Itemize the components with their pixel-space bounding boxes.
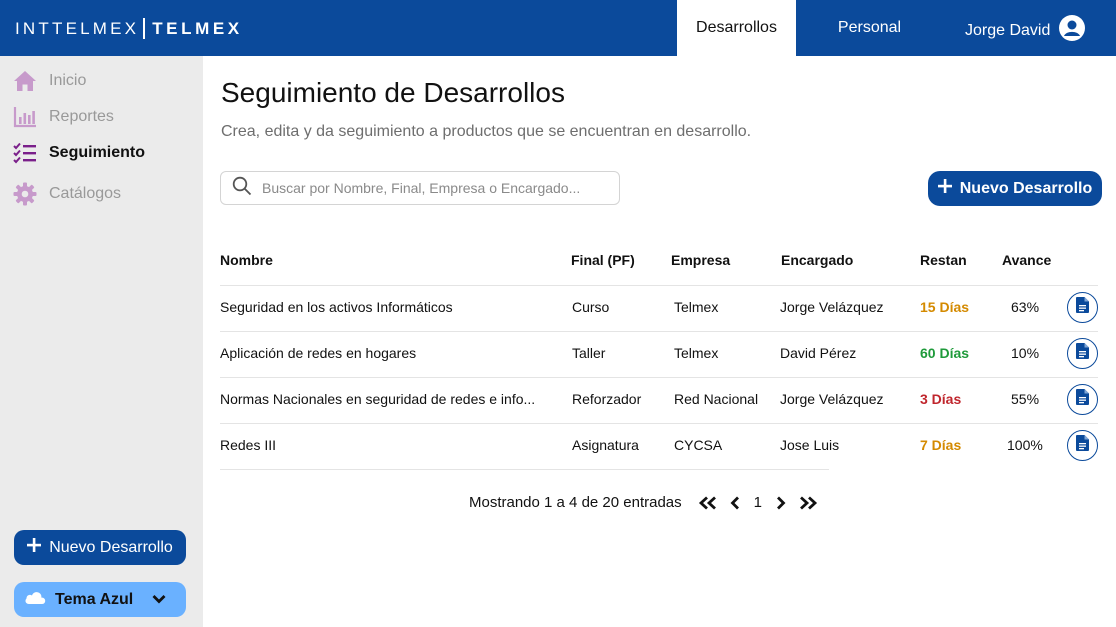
cell-encargado: Jorge Velázquez [780,299,884,315]
column-header-restan[interactable]: Restan [920,252,967,268]
theme-selector[interactable]: Tema Azul [14,582,186,617]
search-input[interactable] [262,180,602,196]
brand-separator [143,18,146,39]
table-bottom-divider [220,469,829,470]
plus-icon [27,538,42,557]
cell-empresa: CYCSA [674,437,723,453]
cell-final: Asignatura [572,437,639,453]
chevron-down-icon [152,591,166,609]
cell-avance: 10% [1011,345,1040,361]
sidebar-item-label: Reportes [49,108,114,125]
current-page-number[interactable]: 1 [754,494,762,511]
sidebar: Inicio Reportes Seguimiento Catálogos Nu… [0,56,203,627]
new-development-button[interactable]: Nuevo Desarrollo [928,171,1102,206]
sidebar-item-inicio[interactable]: Inicio [13,69,86,93]
cell-restan: 3 Días [920,391,962,407]
sidebar-new-development-button[interactable]: Nuevo Desarrollo [14,530,186,565]
column-header-avance[interactable]: Avance [1002,252,1051,268]
home-icon [13,69,37,93]
top-navbar: INTTELMEX TELMEX Desarrollos Personal Jo… [0,0,1116,56]
page-subtitle: Crea, edita y da seguimiento a productos… [221,123,752,140]
sidebar-item-catalogos[interactable]: Catálogos [13,182,121,206]
document-button[interactable] [1067,430,1098,461]
cell-avance: 55% [1011,391,1040,407]
table-row[interactable]: Seguridad en los activos Informáticos Cu… [220,285,1098,331]
brand-inttelmex: INTTELMEX [15,18,140,38]
sidebar-item-label: Inicio [49,72,87,89]
user-avatar-icon [1058,14,1086,47]
cell-avance: 100% [1007,437,1043,453]
cloud-icon [24,590,46,610]
brand-logo: INTTELMEX TELMEX [15,18,243,39]
cell-restan: 60 Días [920,345,970,361]
cell-encargado: Jorge Velázquez [780,391,884,407]
cell-avance: 63% [1011,299,1040,315]
cell-empresa: Red Nacional [674,391,759,407]
row-divider [220,377,1098,378]
cell-final: Taller [572,345,606,361]
table-row[interactable]: Aplicación de redes en hogares Taller Te… [220,331,1098,377]
page-title: Seguimiento de Desarrollos [221,77,565,108]
cell-restan: 7 Días [920,437,962,453]
tab-desarrollos[interactable]: Desarrollos [677,0,796,56]
search-icon [232,176,252,201]
cell-restan: 15 Días [920,299,970,315]
column-header-nombre[interactable]: Nombre [220,252,273,268]
brand-telmex: TELMEX [152,18,243,38]
user-menu[interactable]: Jorge David [965,14,1086,47]
row-divider [220,423,1098,424]
sidebar-item-reportes[interactable]: Reportes [13,105,114,129]
table-row[interactable]: Redes III Asignatura CYCSA Jose Luis 7 D… [220,423,1098,469]
cell-empresa: Telmex [674,299,719,315]
bar-chart-icon [13,105,37,129]
document-icon [1076,389,1089,410]
plus-icon [937,179,952,198]
column-header-empresa[interactable]: Empresa [671,252,730,268]
cell-final: Reforzador [572,391,642,407]
cell-encargado: David Pérez [780,345,857,361]
cell-nombre: Aplicación de redes en hogares [220,345,417,361]
search-box[interactable] [220,171,620,205]
first-page-icon[interactable] [698,495,718,510]
last-page-icon[interactable] [798,495,818,510]
cell-nombre: Redes III [220,437,277,453]
user-name: Jorge David [965,21,1051,39]
document-icon [1076,297,1089,318]
row-divider [220,285,1098,286]
cell-nombre: Seguridad en los activos Informáticos [220,299,453,315]
document-icon [1076,435,1089,456]
cell-encargado: Jose Luis [780,437,840,453]
sidebar-item-label: Seguimiento [49,144,146,161]
row-divider [220,331,1098,332]
checklist-icon [13,141,37,165]
pagination-summary: Mostrando 1 a 4 de 20 entradas [469,494,682,511]
gear-icon [13,182,37,206]
theme-label: Tema Azul [55,590,134,608]
column-header-encargado[interactable]: Encargado [781,252,853,268]
sidebar-item-seguimiento[interactable]: Seguimiento [13,141,145,165]
cell-nombre: Normas Nacionales en seguridad de redes … [220,391,536,407]
pagination: Mostrando 1 a 4 de 20 entradas 1 [469,494,818,511]
document-button[interactable] [1067,338,1098,369]
sidebar-new-development-label: Nuevo Desarrollo [49,538,173,556]
new-development-label: Nuevo Desarrollo [959,179,1093,197]
document-icon [1076,343,1089,364]
previous-page-icon[interactable] [730,496,740,510]
cell-final: Curso [572,299,610,315]
tab-personal[interactable]: Personal [812,0,927,56]
table-row[interactable]: Normas Nacionales en seguridad de redes … [220,377,1098,423]
sidebar-item-label: Catálogos [49,185,122,202]
document-button[interactable] [1067,384,1098,415]
column-header-final[interactable]: Final (PF) [571,252,635,268]
cell-empresa: Telmex [674,345,719,361]
next-page-icon[interactable] [776,496,786,510]
document-button[interactable] [1067,292,1098,323]
